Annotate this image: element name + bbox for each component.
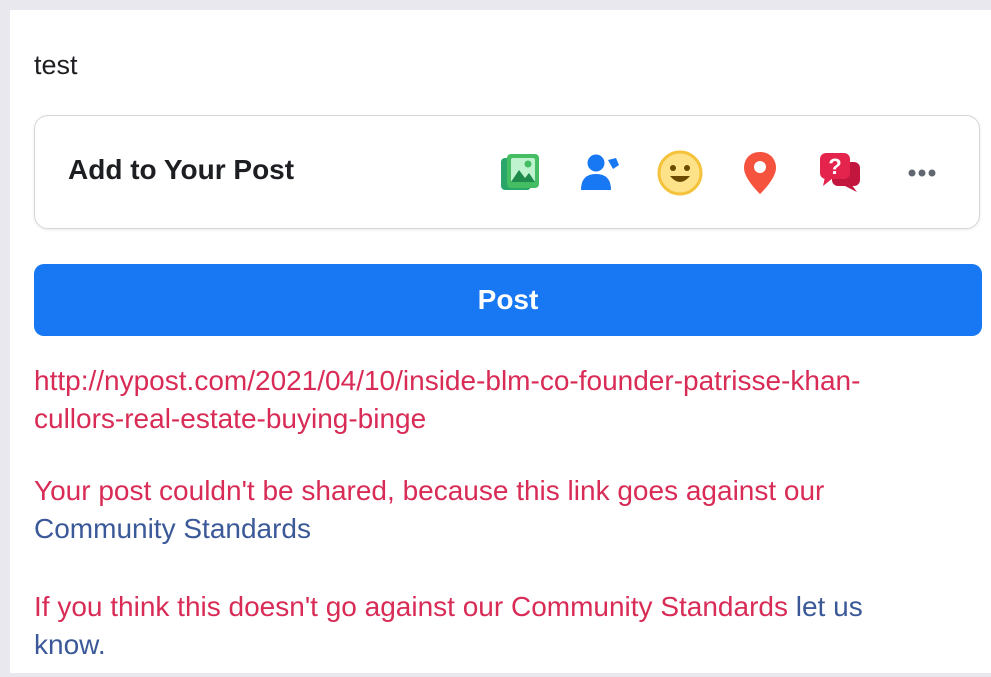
blocked-url: http://nypost.com/2021/04/10/inside-blm-… [34,362,974,438]
add-to-post-bar: Add to Your Post ? [34,115,980,229]
blocked-url-line-2: cullors-real-estate-buying-binge [34,403,427,434]
appeal-text: If you think this doesn't go against our… [34,591,788,622]
let-us-know-link-1[interactable]: let us [796,591,863,622]
add-to-post-label: Add to Your Post [68,154,295,185]
feeling-icon[interactable] [655,148,705,198]
tag-people-icon[interactable] [575,148,625,198]
post-composer: test Add to Your Post ? Post http://nypo… [10,10,991,673]
photo-icon[interactable] [495,148,545,198]
let-us-know-link-2[interactable]: know. [34,629,106,660]
blocked-url-line-1: http://nypost.com/2021/04/10/inside-blm-… [34,365,861,396]
post-button[interactable]: Post [34,264,982,336]
svg-text:?: ? [828,154,841,179]
post-text[interactable]: test [34,50,78,81]
error-message: Your post couldn't be shared, because th… [34,472,974,548]
question-icon[interactable]: ? [815,148,865,198]
community-standards-link[interactable]: Community Standards [34,513,311,544]
error-message-text: Your post couldn't be shared, because th… [34,475,825,506]
appeal-message: If you think this doesn't go against our… [34,588,974,664]
more-icon[interactable] [897,148,947,198]
location-icon[interactable] [735,148,785,198]
